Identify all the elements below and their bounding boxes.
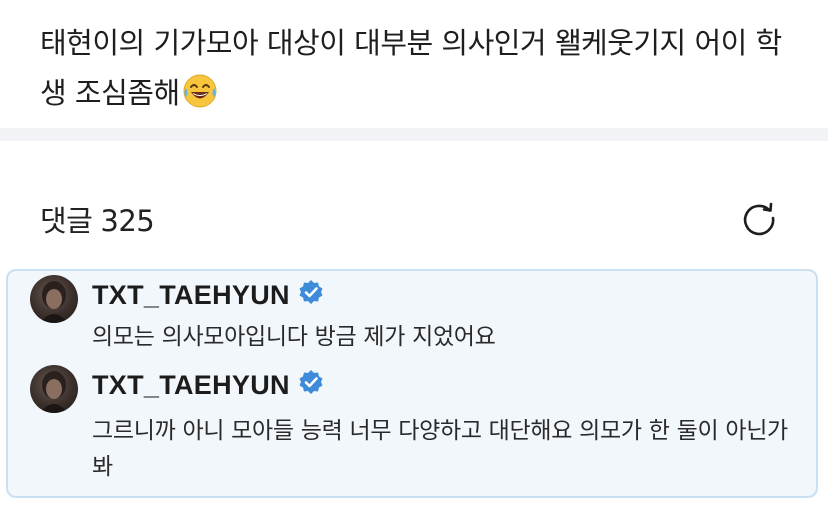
comment-author[interactable]: TXT_TAEHYUN: [92, 369, 324, 402]
comment-text: 의모는 의사모아입니다 방금 제가 지었어요: [92, 324, 496, 350]
section-divider: [0, 128, 828, 141]
comment-author[interactable]: TXT_TAEHYUN: [92, 279, 324, 312]
refresh-icon: [743, 202, 775, 236]
artist-comment-thread: TXT_TAEHYUN 의모는 의사모아입니다 방금 제가 지었어요 TXT_T…: [6, 269, 818, 498]
comments-label: 댓글: [40, 204, 93, 238]
avatar[interactable]: [30, 275, 78, 323]
laughing-tears-emoji: [182, 73, 218, 124]
author-name: TXT_TAEHYUN: [92, 370, 290, 400]
comment-item[interactable]: TXT_TAEHYUN 그르니까 아니 모아들 능력 너무 다양하고 대단해요 …: [8, 365, 816, 495]
comments-header: 댓글 325: [0, 141, 828, 261]
comments-title: 댓글 325: [40, 198, 155, 240]
avatar[interactable]: [30, 365, 78, 413]
refresh-button[interactable]: [738, 197, 780, 239]
comment-item[interactable]: TXT_TAEHYUN 의모는 의사모아입니다 방금 제가 지었어요: [8, 275, 816, 363]
post-content: 태현이의 기가모아 대상이 대부분 의사인거 왤케웃기지 어이 학생 조심좀해: [0, 0, 828, 128]
comment-text: 그르니까 아니 모아들 능력 너무 다양하고 대단해요 의모가 한 둘이 아닌가…: [92, 418, 788, 480]
verified-badge-icon: [298, 369, 324, 402]
post-text: 태현이의 기가모아 대상이 대부분 의사인거 왤케웃기지 어이 학생 조심좀해: [40, 18, 800, 124]
verified-badge-icon: [298, 279, 324, 312]
author-name: TXT_TAEHYUN: [92, 280, 290, 310]
post-text-body: 태현이의 기가모아 대상이 대부분 의사인거 왤케웃기지 어이 학생 조심좀해: [40, 26, 782, 110]
comments-count: 325: [100, 204, 155, 238]
